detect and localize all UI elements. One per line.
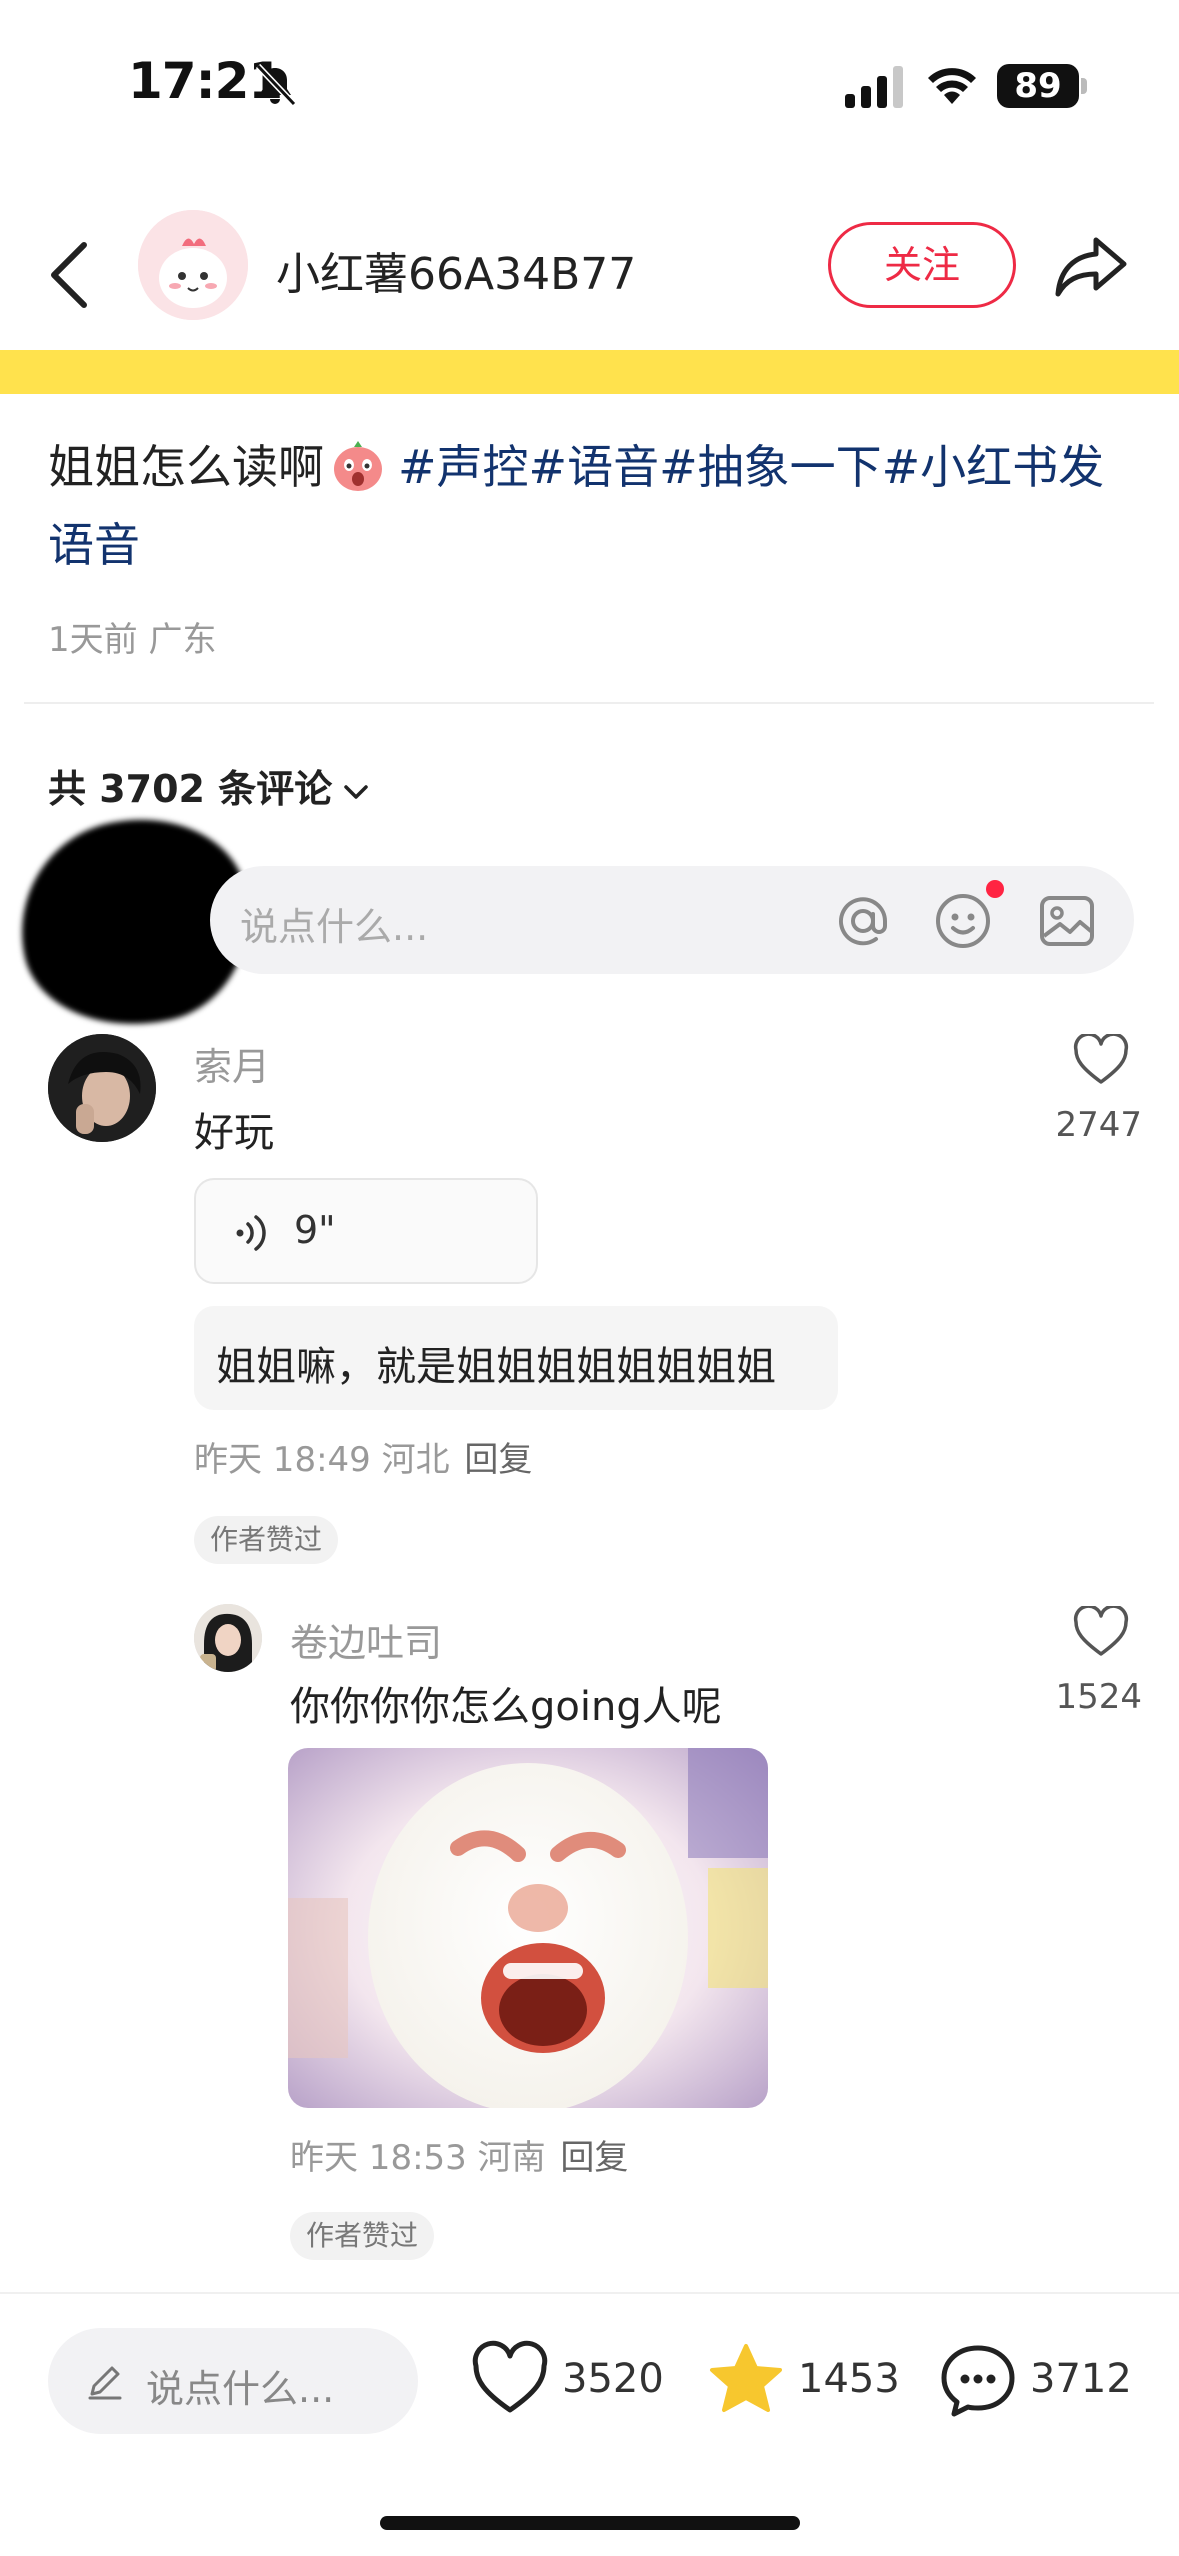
reply-like-count: 1524 <box>1055 1677 1142 1717</box>
hashtag-link[interactable]: #声控 <box>398 440 529 494</box>
home-indicator[interactable] <box>380 2516 800 2530</box>
comment-input-placeholder: 说点什么... <box>240 905 429 949</box>
post-title: 姐姐怎么读啊 #声控#语音#抽象一下#小红书发语音 <box>48 428 1148 584</box>
heart-icon[interactable] <box>1072 1606 1130 1658</box>
voice-wave-icon <box>236 1215 266 1251</box>
back-arrow-icon[interactable] <box>40 235 100 315</box>
chat-bubble-icon <box>941 2345 1015 2417</box>
comment-input[interactable]: 说点什么... <box>210 866 1134 974</box>
voice-message[interactable]: 9" <box>194 1178 538 1284</box>
hashtag-link[interactable]: #抽象一下 <box>659 440 882 494</box>
author-name[interactable]: 小红薯66A34B77 <box>276 238 636 302</box>
follow-button[interactable]: 关注 <box>828 222 1016 308</box>
emoji-icon[interactable] <box>932 890 994 952</box>
comment-total-count: 3712 <box>1030 2356 1132 2402</box>
post-meta: 1天前 广东 <box>48 620 217 660</box>
transcript-text: 姐姐嘛，就是姐姐姐姐姐姐姐姐 <box>216 1344 776 1390</box>
hashtag-link[interactable]: #语音 <box>529 440 660 494</box>
status-bar: 17:21 89 <box>0 0 1179 175</box>
author-liked-badge: 作者赞过 <box>290 2212 435 2260</box>
post-title-text: 姐姐怎么读啊 <box>48 440 324 494</box>
reply-button[interactable]: 回复 <box>464 1440 532 1480</box>
bell-off-icon <box>255 63 297 107</box>
comment-count-label: 共 3702 条评论 <box>48 767 333 811</box>
like-count: 2747 <box>1055 1105 1142 1145</box>
post-header: 小红薯66A34B77 关注 <box>0 200 1179 350</box>
comment-time-location: 昨天 18:49 河北 <box>194 1440 450 1480</box>
reply-time-location: 昨天 18:53 河南 <box>290 2138 546 2178</box>
comment-meta: 昨天 18:49 河北 回复 <box>194 1432 532 1481</box>
yellow-banner-strip <box>0 350 1179 394</box>
voice-duration: 9" <box>294 1208 336 1252</box>
notification-dot <box>986 880 1004 898</box>
heart-icon <box>472 2340 548 2413</box>
comment-text: 好玩 <box>194 1110 274 1156</box>
commenter-avatar[interactable] <box>48 1034 156 1142</box>
author-liked-badge: 作者赞过 <box>194 1516 339 1564</box>
battery-nub <box>1081 78 1087 94</box>
reply-author-name[interactable]: 卷边吐司 <box>290 1612 442 1667</box>
reply-text: 你你你你怎么going人呢 <box>290 1684 722 1730</box>
share-icon[interactable] <box>1052 230 1130 302</box>
divider <box>24 702 1154 704</box>
bottom-input-placeholder: 说点什么... <box>146 2367 335 2411</box>
battery-icon: 89 <box>997 64 1079 108</box>
screaming-face-emoji-icon <box>334 441 382 491</box>
commenter-name[interactable]: 索月 <box>194 1036 270 1091</box>
pencil-icon <box>88 2366 122 2400</box>
collect-count: 1453 <box>798 2356 900 2402</box>
reply-meme-image[interactable] <box>288 1748 768 2108</box>
reply-button[interactable]: 回复 <box>560 2138 628 2178</box>
image-icon[interactable] <box>1036 890 1098 952</box>
reply-meta: 昨天 18:53 河南 回复 <box>290 2130 628 2179</box>
cellular-signal-icon <box>845 66 903 108</box>
bottom-comment-input[interactable]: 说点什么... <box>48 2328 418 2434</box>
like-total-count: 3520 <box>562 2356 664 2402</box>
comment-count-sort[interactable]: 共 3702 条评论 <box>48 758 370 813</box>
heart-icon[interactable] <box>1072 1034 1130 1086</box>
at-mention-icon[interactable] <box>832 890 894 952</box>
author-avatar[interactable] <box>138 210 248 320</box>
wifi-icon <box>928 68 976 104</box>
star-icon <box>710 2344 782 2412</box>
chevron-down-icon <box>344 784 368 799</box>
reply-avatar[interactable] <box>194 1604 262 1672</box>
voice-transcript: 姐姐嘛，就是姐姐姐姐姐姐姐姐 <box>194 1306 838 1410</box>
